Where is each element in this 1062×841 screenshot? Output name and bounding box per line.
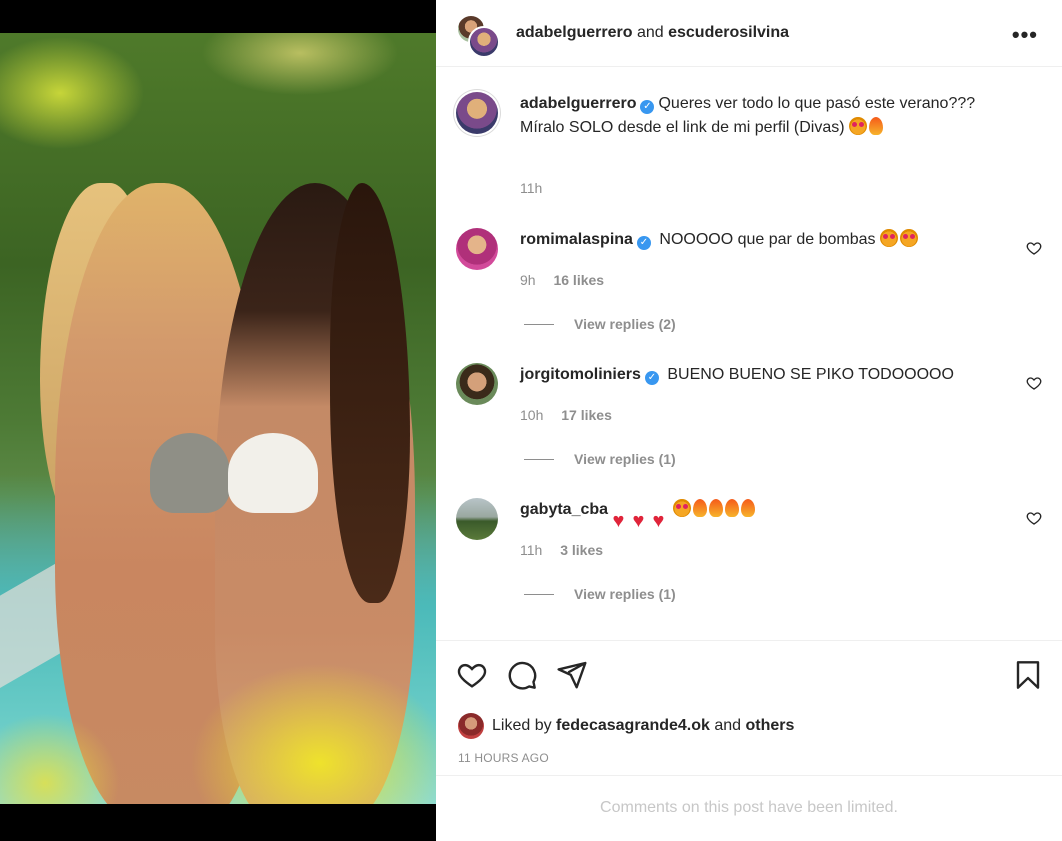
caption-line-2: Míralo SOLO desde el link de mi perfil (… (520, 119, 845, 136)
comment-body: BUENO BUENO SE PIKO TODOOOOO (667, 366, 954, 383)
star-eyes-emoji-icon (899, 229, 918, 247)
comment-meta: 9h 16 likes (520, 272, 618, 288)
red-heart-emoji-icon (633, 513, 651, 529)
view-replies-label: View replies (1) (574, 451, 676, 467)
comment-time: 11h (520, 542, 543, 558)
replies-divider (524, 458, 554, 460)
collaborator-username[interactable]: escuderosilvina (668, 24, 789, 41)
view-replies-button[interactable]: View replies (1) (524, 586, 676, 602)
fire-emoji-icon (724, 499, 739, 517)
comment-text: gabyta_cba (520, 498, 1002, 529)
comment-likes[interactable]: 16 likes (553, 272, 604, 288)
liked-by-prefix: Liked by (492, 717, 552, 734)
view-replies-label: View replies (2) (574, 316, 676, 332)
avatar[interactable] (456, 498, 498, 540)
verified-badge-icon: ✓ (636, 236, 651, 250)
post-timestamp[interactable]: 11 HOURS AGO (458, 751, 549, 765)
comment-item: jorgitomoliniers ✓ BUENO BUENO SE PIKO TO… (456, 363, 1042, 493)
fire-emoji-icon (869, 117, 884, 135)
view-replies-button[interactable]: View replies (1) (524, 451, 676, 467)
caption-line-1: Queres ver todo lo que pasó este verano?… (658, 95, 976, 112)
liked-by-and: and (714, 717, 742, 734)
fire-emoji-icon (708, 499, 723, 517)
more-options-icon[interactable]: ••• (1012, 22, 1038, 48)
post-photo[interactable] (0, 33, 436, 804)
fire-emoji-icon (740, 499, 755, 517)
share-icon[interactable] (556, 659, 588, 691)
liked-by: Liked by fedecasagrande4.ok and others (458, 713, 794, 739)
photo-silver-top (150, 433, 230, 513)
avatar[interactable] (456, 228, 498, 270)
verified-badge-icon: ✓ (640, 100, 655, 114)
collab-avatars[interactable] (456, 14, 500, 58)
comment-like-heart-icon[interactable] (1026, 510, 1042, 526)
view-replies-button[interactable]: View replies (2) (524, 316, 676, 332)
comment-likes[interactable]: 17 likes (561, 407, 612, 423)
caption: adabelguerrero ✓ Queres ver todo lo que pa… (456, 92, 1042, 212)
comment-meta: 10h 17 likes (520, 407, 626, 423)
verified-badge-icon: ✓ (644, 371, 659, 385)
post-authors: adabelguerrero and escuderosilvina (516, 24, 789, 42)
comment-username[interactable]: gabyta_cba (520, 501, 608, 518)
comment-like-heart-icon[interactable] (1026, 375, 1042, 391)
avatar[interactable] (458, 713, 484, 739)
red-heart-emoji-icon (653, 513, 671, 529)
comment-body: NOOOOO que par de bombas (659, 231, 876, 248)
fire-emoji-icon (692, 499, 707, 517)
liked-by-username[interactable]: fedecasagrande4.ok (556, 717, 710, 735)
heart-icon[interactable] (456, 659, 488, 691)
caption-time: 11h (520, 180, 543, 196)
avatar[interactable] (468, 26, 500, 58)
avatar[interactable] (456, 363, 498, 405)
post-actions: Liked by fedecasagrande4.ok and others 1… (436, 640, 1062, 775)
post-media[interactable] (0, 0, 436, 841)
author-username[interactable]: adabelguerrero (516, 24, 632, 41)
comment-meta: 11h 3 likes (520, 542, 617, 558)
liked-by-others[interactable]: others (746, 717, 795, 735)
comment-likes[interactable]: 3 likes (560, 542, 603, 558)
post-header: adabelguerrero and escuderosilvina ••• (436, 0, 1062, 67)
comment-text: jorgitomoliniers ✓ BUENO BUENO SE PIKO TO… (520, 363, 1002, 387)
caption-meta: 11h (520, 180, 556, 196)
comment-text: romimalaspina ✓ NOOOOO que par de bombas (520, 228, 1002, 252)
comment-time: 10h (520, 407, 544, 423)
comment-icon[interactable] (506, 659, 538, 691)
star-eyes-emoji-icon (672, 499, 691, 517)
comments-list[interactable]: adabelguerrero ✓ Queres ver todo lo que pa… (436, 68, 1062, 640)
authors-connector: and (636, 24, 664, 41)
red-heart-emoji-icon (613, 513, 631, 529)
comment-item: gabyta_cba 11h 3 likes View replies (1) (456, 498, 1042, 628)
star-eyes-emoji-icon (879, 229, 898, 247)
caption-username[interactable]: adabelguerrero (520, 95, 636, 112)
replies-divider (524, 593, 554, 595)
bookmark-icon[interactable] (1012, 659, 1044, 691)
comments-limited-notice: Comments on this post have been limited. (436, 775, 1062, 841)
photo-figure-right-hair (330, 183, 410, 603)
comment-time: 9h (520, 272, 536, 288)
photo-white-top (228, 433, 318, 513)
star-eyes-emoji-icon (849, 117, 868, 135)
replies-divider (524, 323, 554, 325)
comment-item: romimalaspina ✓ NOOOOO que par de bombas … (456, 228, 1042, 358)
comment-username[interactable]: jorgitomoliniers (520, 366, 641, 383)
avatar[interactable] (456, 92, 498, 134)
comment-like-heart-icon[interactable] (1026, 240, 1042, 256)
view-replies-label: View replies (1) (574, 586, 676, 602)
caption-text: adabelguerrero ✓ Queres ver todo lo que pa… (520, 92, 1002, 140)
post-panel: adabelguerrero and escuderosilvina ••• a… (436, 0, 1062, 841)
comment-username[interactable]: romimalaspina (520, 231, 633, 248)
